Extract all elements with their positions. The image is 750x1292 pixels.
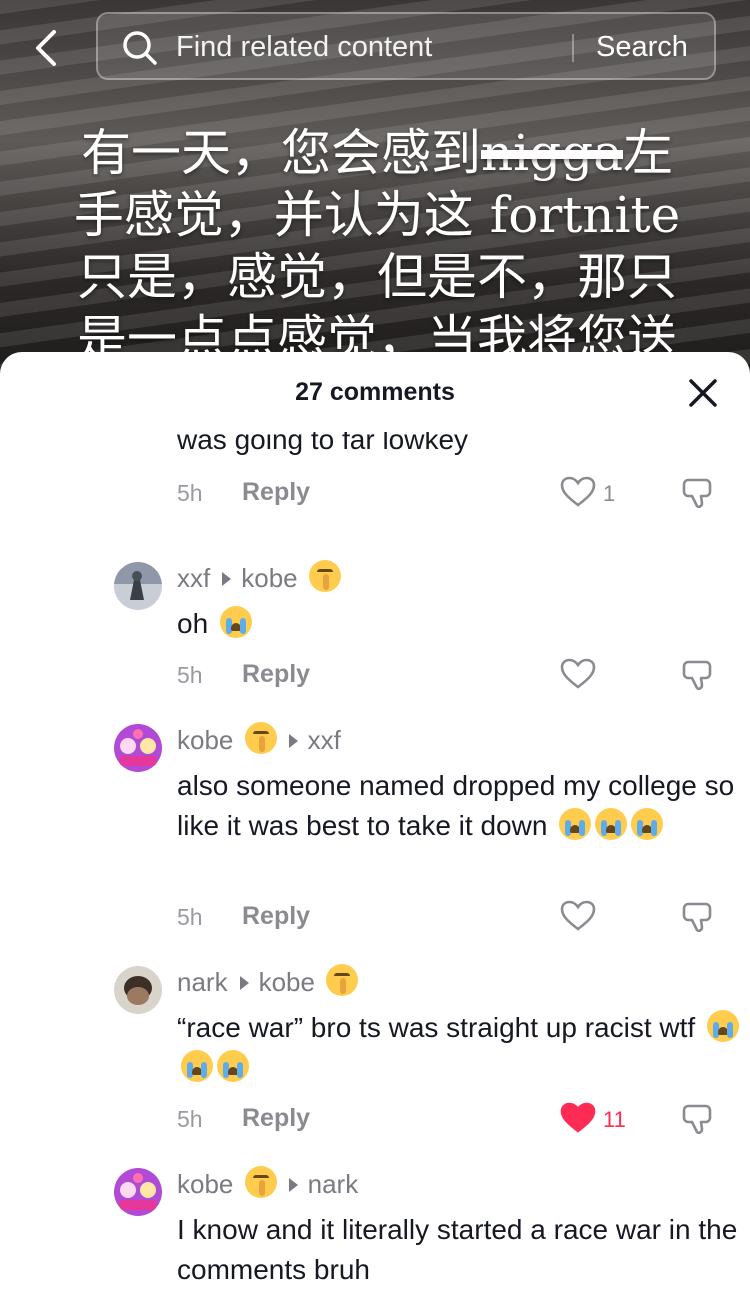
crying-face-icon (631, 808, 664, 840)
comment-item: xxf kobe oh 5h Reply (0, 560, 750, 724)
avatar[interactable] (114, 1168, 162, 1216)
caption-line: 手感觉，并认为这 fortnite (73, 186, 681, 244)
search-input[interactable] (174, 26, 568, 68)
heart-icon[interactable] (560, 658, 596, 690)
reply-button[interactable]: Reply (242, 902, 310, 931)
shushing-face-icon (244, 1166, 277, 1198)
shushing-face-icon (244, 722, 277, 754)
caption-line: 只是，感觉，但是不，那只 (77, 248, 677, 306)
search-divider (572, 34, 574, 62)
dislike-icon[interactable] (680, 658, 714, 692)
crying-face-icon (217, 1050, 249, 1082)
caption-line: 左 (623, 124, 674, 182)
reply-to-name[interactable]: xxf (308, 725, 341, 755)
dislike-icon[interactable] (680, 900, 714, 934)
reply-arrow-icon (288, 1178, 298, 1193)
comment-text: also someone named dropped my college so… (177, 766, 737, 846)
avatar[interactable] (114, 562, 162, 610)
comment-item: was going to far lowkey 5h Reply 1 (0, 412, 750, 562)
top-bar: Search (0, 0, 750, 100)
reply-button[interactable]: Reply (242, 478, 310, 507)
reply-arrow-icon (222, 572, 232, 587)
comment-time: 5h (177, 904, 203, 930)
avatar[interactable] (114, 966, 162, 1014)
comment-text: “race war” bro ts was straight up racist… (177, 1008, 742, 1088)
comment-meta: kobe xxf (177, 722, 341, 756)
back-arrow-icon[interactable] (30, 28, 62, 68)
avatar[interactable] (114, 724, 162, 772)
comment-text: I know and it literally started a race w… (177, 1210, 742, 1290)
author-name[interactable]: kobe (177, 1169, 233, 1199)
heart-icon[interactable] (560, 900, 596, 932)
search-bar[interactable]: Search (96, 12, 716, 80)
comment-time: 5h (177, 480, 203, 506)
comment-text: was going to far lowkey (177, 424, 737, 460)
comment-time: 5h (177, 662, 203, 688)
crying-face-icon (595, 808, 628, 840)
comment-text-content: oh (177, 608, 209, 639)
crying-face-icon (181, 1050, 213, 1082)
reply-button[interactable]: Reply (242, 660, 310, 689)
reply-arrow-icon (239, 976, 249, 991)
author-name[interactable]: kobe (177, 725, 233, 755)
caption-strike-word: nigga (480, 124, 624, 182)
crying-face-icon (559, 808, 592, 840)
heart-icon[interactable] (560, 476, 596, 508)
comment-text: oh (177, 604, 737, 644)
dislike-icon[interactable] (680, 476, 714, 510)
shushing-face-icon (326, 964, 359, 996)
comment-meta: xxf kobe (177, 560, 341, 594)
crying-face-icon (219, 606, 252, 638)
comment-text-content: was going to far lowkey (177, 424, 469, 455)
comment-text-content: “race war” bro ts was straight up racist… (177, 1012, 696, 1043)
comment-meta: nark kobe (177, 964, 359, 998)
author-name[interactable]: nark (177, 967, 228, 997)
comment-list: was going to far lowkey 5h Reply 1 xxf ko… (0, 412, 750, 1292)
search-icon (122, 30, 158, 66)
search-button[interactable]: Search (596, 26, 688, 68)
comment-text-content: I know and it literally started a race w… (177, 1214, 738, 1285)
reply-to-name[interactable]: kobe (259, 967, 315, 997)
dislike-icon[interactable] (680, 1102, 714, 1136)
reply-button[interactable]: Reply (242, 1104, 310, 1133)
crying-face-icon (706, 1010, 739, 1042)
comment-time: 5h (177, 1106, 203, 1132)
reply-arrow-icon (288, 734, 298, 749)
comment-item: nark kobe “race war” bro ts was straight … (0, 964, 750, 1168)
close-icon[interactable] (686, 376, 720, 410)
reply-to-name[interactable]: nark (308, 1169, 359, 1199)
comment-item: kobe nark I know and it literally starte… (0, 1166, 750, 1292)
author-name[interactable]: xxf (177, 563, 210, 593)
heart-icon[interactable] (560, 1102, 596, 1134)
comments-sheet: 27 comments was going to far lowkey 5h R… (0, 352, 750, 1292)
video-caption: 有一天，您会感到nigga左 手感觉，并认为这 fortnite 只是，感觉，但… (52, 122, 702, 370)
reply-to-name[interactable]: kobe (241, 563, 297, 593)
comment-meta: kobe nark (177, 1166, 358, 1200)
comment-item: kobe xxf also someone named dropped my c… (0, 722, 750, 966)
caption-line: 有一天，您会感到 (80, 124, 481, 182)
shushing-face-icon (308, 560, 341, 592)
like-count: 1 (603, 481, 616, 506)
like-count: 11 (603, 1107, 626, 1132)
comments-count-title: 27 comments (295, 378, 455, 406)
